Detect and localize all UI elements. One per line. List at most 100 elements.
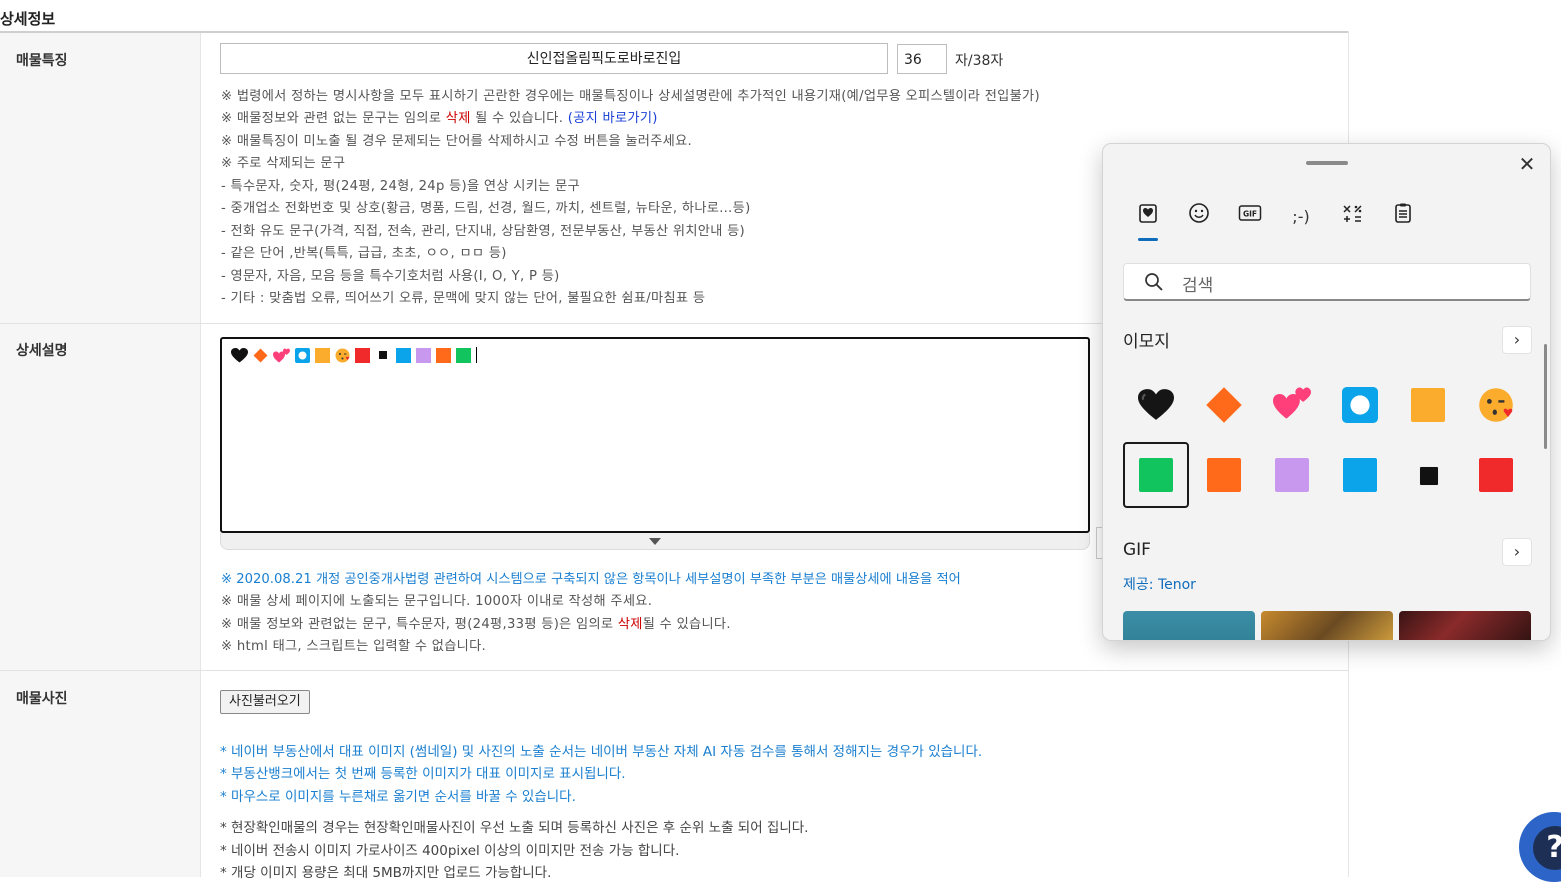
- two-hearts-icon: [273, 348, 290, 362]
- emoji-panel: ✕ GIF ;-) 검색 이모지 › GIF › 제공: Tenor: [1102, 143, 1551, 641]
- purple-square-icon: [416, 347, 431, 363]
- drag-handle[interactable]: [1306, 161, 1348, 165]
- gif-thumbnail[interactable]: [1261, 611, 1393, 640]
- description-label: 상세설명: [16, 343, 68, 359]
- photo-note-blue: * 네이버 부동산에서 대표 이미지 (썸네일) 및 사진의 노출 순서는 네이…: [220, 744, 983, 760]
- features-note: ※ 매물특징이 미노출 될 경우 문제되는 단어를 삭제하시고 수정 버튼을 눌…: [221, 134, 693, 149]
- gif-provider: 제공: Tenor: [1123, 574, 1196, 594]
- emoji-more-button[interactable]: ›: [1502, 326, 1532, 354]
- description-textarea[interactable]: [220, 337, 1090, 533]
- kissing-face-icon: [1479, 388, 1513, 422]
- smiley-icon: [1189, 203, 1209, 223]
- gif-thumbnail[interactable]: [1123, 611, 1255, 640]
- orange-diamond-icon: [1206, 387, 1242, 423]
- features-note: ※ 법령에서 정하는 명시사항을 모두 표시하기 곤란한 경우에는 매물특징이나…: [221, 89, 1040, 104]
- symbols-icon: [1343, 205, 1362, 222]
- tab-symbols[interactable]: [1337, 202, 1367, 232]
- description-content: [231, 347, 477, 363]
- emoji-black-heart[interactable]: [1123, 372, 1189, 438]
- note-text: 될 수 있습니다.: [642, 617, 731, 632]
- red-square-icon: [1479, 458, 1513, 492]
- tab-favorites[interactable]: [1133, 202, 1163, 232]
- emoji-blue-square[interactable]: [1327, 442, 1393, 508]
- load-photos-button[interactable]: 사진불러오기: [220, 690, 310, 714]
- tab-clipboard[interactable]: [1388, 202, 1418, 232]
- description-note: ※ html 태그, 스크립트는 입력할 수 없습니다.: [221, 639, 487, 654]
- features-note: - 전화 유도 문구(가격, 직접, 전속, 관리, 단지내, 상담환영, 전문…: [221, 224, 745, 239]
- yellow-square-icon: [315, 347, 330, 363]
- tab-kaomoji[interactable]: ;-): [1286, 202, 1316, 232]
- features-note: - 영문자, 자음, 모음 등을 특수기호처럼 사용(I, O, Y, P 등): [221, 269, 560, 284]
- delete-highlight: 삭제: [617, 617, 643, 632]
- search-box[interactable]: 검색: [1123, 263, 1531, 301]
- gif-more-button[interactable]: ›: [1502, 538, 1532, 566]
- green-square-icon: [456, 347, 471, 363]
- chevron-down-icon: [649, 538, 661, 545]
- row-divider: [0, 670, 1349, 671]
- description-note-blue: ※ 2020.08.21 개정 공인중개사법령 관련하여 시스템으로 구축되지 …: [221, 572, 961, 587]
- features-note: ※ 주로 삭제되는 문구: [221, 156, 346, 171]
- two-hearts-icon: [1273, 387, 1311, 419]
- black-small-square-icon: [379, 351, 387, 359]
- features-label: 매물특징: [16, 53, 68, 69]
- emoji-red-square[interactable]: [1463, 442, 1529, 508]
- clipboard-icon: [1395, 203, 1411, 223]
- blue-square-icon: [1343, 458, 1377, 492]
- emoji-purple-square[interactable]: [1259, 442, 1325, 508]
- emoji-orange-diamond[interactable]: [1191, 372, 1257, 438]
- emoji-yellow-square[interactable]: [1395, 372, 1461, 438]
- tab-gif[interactable]: GIF: [1235, 202, 1265, 232]
- features-note: - 기타 : 맞춤법 오류, 띄어쓰기 오류, 문맥에 맞지 않는 단어, 불필…: [221, 291, 706, 306]
- yellow-square-icon: [1411, 388, 1445, 422]
- blue-circle-button-icon: [295, 347, 310, 363]
- svg-text:GIF: GIF: [1243, 210, 1257, 219]
- panel-scrollbar[interactable]: [1544, 344, 1547, 449]
- emoji-black-small-square[interactable]: [1395, 442, 1461, 508]
- purple-square-icon: [1275, 458, 1309, 492]
- black-heart-icon: [1138, 389, 1174, 420]
- orange-square-icon: [1207, 458, 1241, 492]
- description-note: ※ 매물 상세 페이지에 노출되는 문구입니다. 1000자 이내로 작성해 주…: [221, 594, 653, 609]
- photo-note: * 개당 이미지 용량은 최대 5MB까지만 업로드 가능합니다.: [220, 865, 552, 881]
- blue-circle-button-icon: [1342, 387, 1378, 423]
- emoji-kissing-face[interactable]: [1463, 372, 1529, 438]
- note-text: 될 수 있습니다.: [470, 111, 568, 126]
- cat-underline: [1138, 238, 1158, 241]
- section-rule: [0, 31, 1349, 33]
- blue-square-icon: [396, 347, 411, 363]
- section-title: 상세정보: [0, 10, 56, 28]
- photo-note-blue: * 부동산뱅크에서는 첫 번째 등록한 이미지가 대표 이미지로 표시됩니다.: [220, 766, 626, 782]
- photo-note: * 현장확인매물의 경우는 현장확인매물사진이 우선 노출 되며 등록하신 사진…: [220, 820, 809, 836]
- provider-prefix: 제공:: [1123, 577, 1158, 593]
- black-small-square-icon: [1419, 466, 1439, 486]
- emoji-heading: 이모지: [1123, 332, 1170, 352]
- photo-note-blue: * 마우스로 이미지를 누른채로 옮기면 순서를 바꿀 수 있습니다.: [220, 789, 576, 805]
- help-button[interactable]: ?: [1519, 812, 1561, 882]
- photos-label: 매물사진: [16, 691, 68, 707]
- features-note: - 특수문자, 숫자, 평(24평, 24형, 24p 등)을 연상 시키는 문…: [221, 179, 580, 194]
- gif-thumbnail[interactable]: [1399, 611, 1531, 640]
- tab-emoji[interactable]: [1184, 202, 1214, 232]
- features-note: - 같은 단어 ,반복(특특, 급급, 초초, ㅇㅇ, ㅁㅁ 등): [221, 246, 507, 261]
- emoji-two-hearts[interactable]: [1259, 372, 1325, 438]
- kissing-face-icon: [335, 348, 350, 362]
- emoji-green-square[interactable]: [1123, 442, 1189, 508]
- note-text: ※ 매물 정보와 관련없는 문구, 특수문자, 평(24평,33평 등)은 임의…: [221, 617, 618, 632]
- emoji-blue-circle-button[interactable]: [1327, 372, 1393, 438]
- orange-diamond-icon: [253, 348, 268, 362]
- search-placeholder: 검색: [1182, 276, 1214, 296]
- char-count-suffix: 자/38자: [955, 53, 1004, 69]
- photo-note: * 네이버 전송시 이미지 가로사이즈 400pixel 이상의 이미지만 전송…: [220, 843, 680, 859]
- notice-link[interactable]: (공지 바로가기): [568, 111, 658, 126]
- emoji-orange-square[interactable]: [1191, 442, 1257, 508]
- text-caret: [476, 347, 477, 363]
- textarea-resize-strip[interactable]: [220, 533, 1090, 550]
- help-icon: ?: [1533, 826, 1561, 870]
- label-column-description: [0, 324, 201, 670]
- description-note: ※ 매물 정보와 관련없는 문구, 특수문자, 평(24평,33평 등)은 임의…: [221, 613, 731, 632]
- close-icon[interactable]: ✕: [1515, 152, 1539, 176]
- features-input[interactable]: 신인접올림픽도로바로진입: [220, 43, 888, 74]
- green-square-icon: [1139, 458, 1173, 492]
- gif-heading: GIF: [1123, 540, 1151, 560]
- black-heart-icon: [231, 347, 248, 362]
